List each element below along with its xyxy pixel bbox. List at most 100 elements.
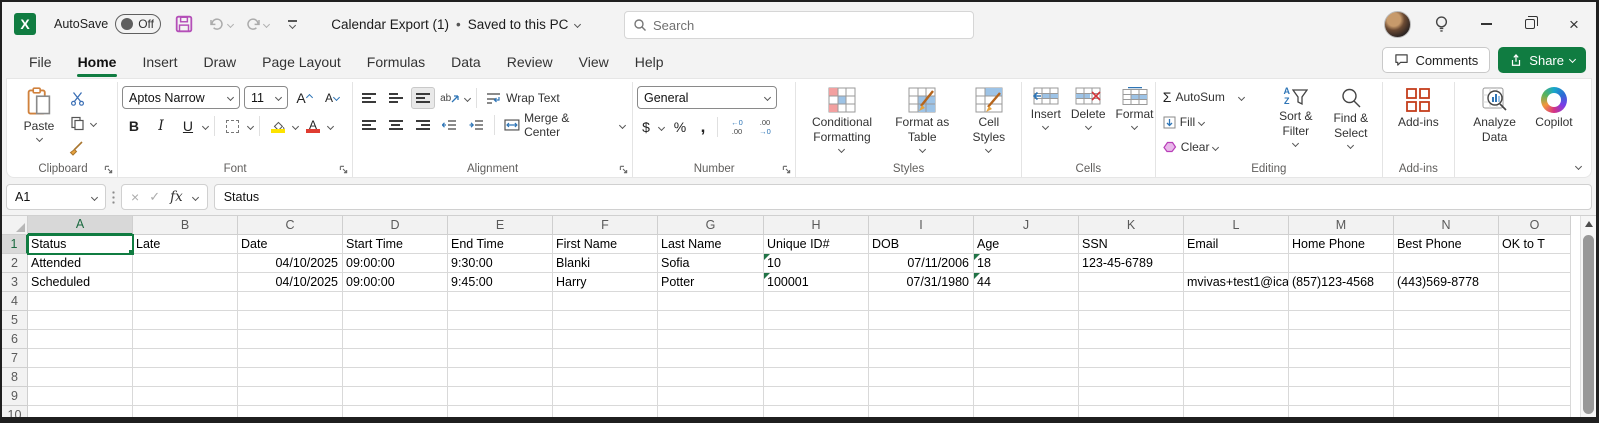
- cell-A5[interactable]: [28, 311, 133, 330]
- cell-L1[interactable]: Email: [1184, 235, 1289, 254]
- cell-H3[interactable]: 100001: [764, 273, 869, 292]
- row-header-8[interactable]: 8: [2, 368, 28, 387]
- autosave-switch[interactable]: Off: [115, 14, 161, 34]
- delete-dropdown-icon[interactable]: [1085, 123, 1092, 130]
- cell-N7[interactable]: [1394, 349, 1499, 368]
- tab-insert[interactable]: Insert: [129, 46, 190, 78]
- cell-F5[interactable]: [553, 311, 658, 330]
- cell-A2[interactable]: Attended: [28, 254, 133, 273]
- cell-D7[interactable]: [343, 349, 448, 368]
- cell-C5[interactable]: [238, 311, 343, 330]
- cell-D2[interactable]: 09:00:00: [343, 254, 448, 273]
- clear-button[interactable]: Clear: [1160, 136, 1268, 158]
- cell-N5[interactable]: [1394, 311, 1499, 330]
- cell-B8[interactable]: [133, 368, 238, 387]
- addins-button[interactable]: Add-ins: [1393, 84, 1444, 159]
- cell-E10[interactable]: [448, 406, 553, 417]
- cell-B5[interactable]: [133, 311, 238, 330]
- vertical-scrollbar[interactable]: [1580, 216, 1596, 417]
- cell-G8[interactable]: [658, 368, 764, 387]
- cell-D6[interactable]: [343, 330, 448, 349]
- row-header-3[interactable]: 3: [2, 273, 28, 292]
- cell-L3[interactable]: mvivas+test1@ica: [1184, 273, 1289, 292]
- analyze-data-button[interactable]: Analyze Data: [1468, 84, 1521, 159]
- cell-J1[interactable]: Age: [974, 235, 1079, 254]
- cell-H8[interactable]: [764, 368, 869, 387]
- cell-I10[interactable]: [869, 406, 974, 417]
- format-dropdown-icon[interactable]: [1131, 123, 1138, 130]
- decrease-font-button[interactable]: A: [320, 87, 344, 109]
- cell-D1[interactable]: Start Time: [343, 235, 448, 254]
- cell-J4[interactable]: [974, 292, 1079, 311]
- undo-button[interactable]: [207, 12, 233, 36]
- cut-button[interactable]: [65, 88, 89, 109]
- cell-D3[interactable]: 09:00:00: [343, 273, 448, 292]
- fill-color-button[interactable]: [266, 115, 290, 137]
- font-name-select[interactable]: Aptos Narrow: [122, 86, 240, 109]
- row-header-2[interactable]: 2: [2, 254, 28, 273]
- insert-dropdown-icon[interactable]: [1042, 123, 1049, 130]
- cell-D9[interactable]: [343, 387, 448, 406]
- enter-icon[interactable]: ✓: [149, 189, 160, 205]
- column-header-E[interactable]: E: [448, 216, 553, 235]
- borders-button[interactable]: [221, 115, 245, 137]
- cell-B6[interactable]: [133, 330, 238, 349]
- number-format-select[interactable]: General: [637, 86, 777, 109]
- cell-O8[interactable]: [1499, 368, 1571, 387]
- autosum-dropdown-icon[interactable]: [1238, 93, 1245, 100]
- cell-K7[interactable]: [1079, 349, 1184, 368]
- column-header-N[interactable]: N: [1394, 216, 1499, 235]
- cell-J6[interactable]: [974, 330, 1079, 349]
- sort-filter-dropdown-icon[interactable]: [1292, 140, 1299, 147]
- borders-dropdown-icon[interactable]: [247, 122, 254, 129]
- column-header-C[interactable]: C: [238, 216, 343, 235]
- cell-K3[interactable]: [1079, 273, 1184, 292]
- column-header-B[interactable]: B: [133, 216, 238, 235]
- excel-logo-icon[interactable]: X: [14, 13, 36, 35]
- fill-button[interactable]: Fill: [1160, 111, 1268, 133]
- italic-button[interactable]: I: [149, 115, 173, 137]
- orientation-dropdown-icon[interactable]: [464, 94, 471, 101]
- cell-M4[interactable]: [1289, 292, 1394, 311]
- align-bottom-button[interactable]: [411, 87, 435, 109]
- cell-J5[interactable]: [974, 311, 1079, 330]
- cell-F10[interactable]: [553, 406, 658, 417]
- cell-G5[interactable]: [658, 311, 764, 330]
- clipboard-dialog-launcher[interactable]: [104, 165, 113, 174]
- cell-I1[interactable]: DOB: [869, 235, 974, 254]
- cell-L5[interactable]: [1184, 311, 1289, 330]
- tab-review[interactable]: Review: [494, 46, 566, 78]
- formula-input[interactable]: Status: [214, 184, 1592, 210]
- cell-M7[interactable]: [1289, 349, 1394, 368]
- cell-B2[interactable]: [133, 254, 238, 273]
- autosave-toggle[interactable]: AutoSave Off: [54, 14, 161, 34]
- cell-O5[interactable]: [1499, 311, 1571, 330]
- accounting-format-button[interactable]: $: [637, 116, 655, 138]
- cell-C2[interactable]: 04/10/2025: [238, 254, 343, 273]
- column-header-G[interactable]: G: [658, 216, 764, 235]
- cell-F9[interactable]: [553, 387, 658, 406]
- comments-button[interactable]: Comments: [1382, 47, 1490, 73]
- cell-I6[interactable]: [869, 330, 974, 349]
- cell-B1[interactable]: Late: [133, 235, 238, 254]
- cell-H9[interactable]: [764, 387, 869, 406]
- cell-H2[interactable]: 10: [764, 254, 869, 273]
- font-color-button[interactable]: A: [301, 115, 325, 137]
- increase-decimal-button[interactable]: .00→0: [753, 116, 777, 138]
- cell-B4[interactable]: [133, 292, 238, 311]
- autosum-button[interactable]: Σ AutoSum: [1160, 86, 1268, 108]
- cell-K9[interactable]: [1079, 387, 1184, 406]
- column-header-M[interactable]: M: [1289, 216, 1394, 235]
- tab-formulas[interactable]: Formulas: [354, 46, 438, 78]
- font-dialog-launcher[interactable]: [339, 165, 348, 174]
- row-header-4[interactable]: 4: [2, 292, 28, 311]
- cell-L2[interactable]: [1184, 254, 1289, 273]
- cell-K1[interactable]: SSN: [1079, 235, 1184, 254]
- column-header-F[interactable]: F: [553, 216, 658, 235]
- cell-H5[interactable]: [764, 311, 869, 330]
- cell-J8[interactable]: [974, 368, 1079, 387]
- cell-O3[interactable]: [1499, 273, 1571, 292]
- cell-E3[interactable]: 9:45:00: [448, 273, 553, 292]
- column-header-I[interactable]: I: [869, 216, 974, 235]
- cell-J7[interactable]: [974, 349, 1079, 368]
